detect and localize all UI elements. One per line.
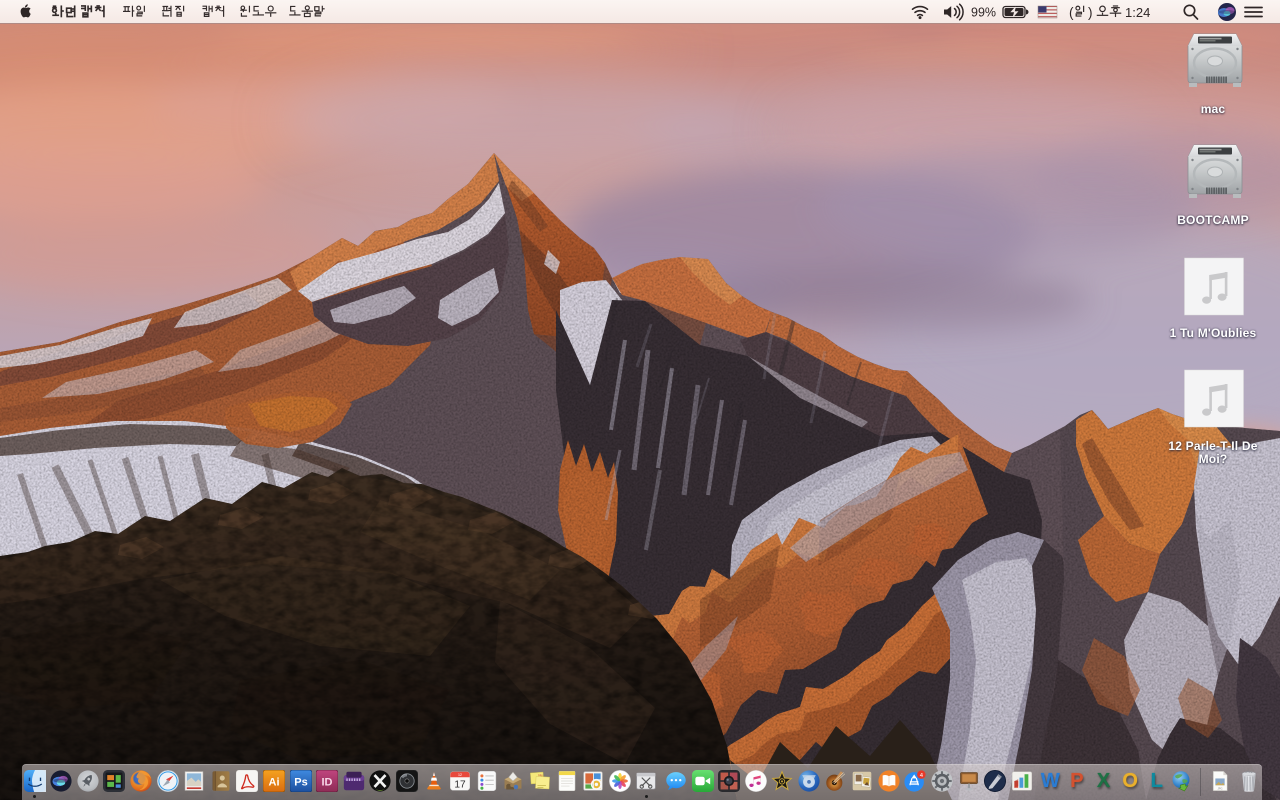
svg-text:JPG: JPG [1218,787,1223,790]
svg-text:Ai: Ai [268,777,279,789]
svg-text:17: 17 [454,779,466,790]
svg-text:): ) [1088,5,1093,20]
svg-text:12: 12 [458,773,462,777]
svg-text:99%: 99% [971,6,996,20]
svg-text:1:24: 1:24 [1125,5,1150,20]
svg-text:(: ( [1069,5,1074,20]
svg-text:Ps: Ps [294,777,307,789]
svg-text:ID: ID [322,777,333,789]
svg-text:Mtg: Mtg [538,773,543,777]
